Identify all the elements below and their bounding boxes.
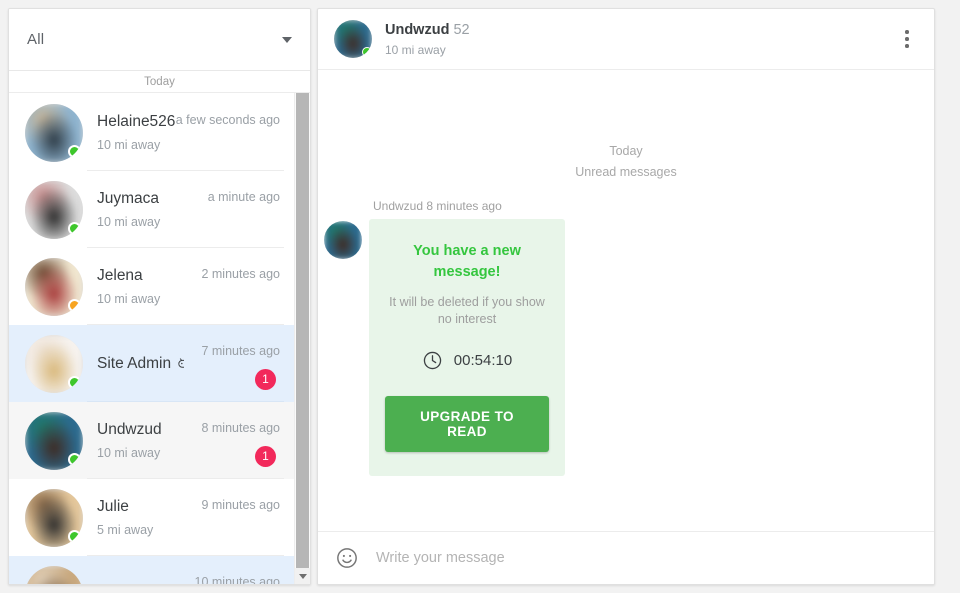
- chat-contact-distance: 10 mi away: [385, 42, 446, 57]
- avatar[interactable]: [25, 180, 83, 239]
- avatar-photo-overlay: [25, 565, 83, 584]
- scroll-down-button[interactable]: [295, 568, 310, 584]
- conversation-name-text: Julie: [97, 498, 129, 515]
- chat-header-text: Undwzud 52 10 mi away: [372, 22, 470, 57]
- conversation-meta: 8 minutes ago 1: [184, 413, 280, 469]
- conversation-name: Helaine526: [97, 113, 184, 131]
- chat-date-label: Today: [609, 144, 643, 158]
- conversation-item-undwzud[interactable]: Undwzud 10 mi away 8 minutes ago 1: [9, 402, 294, 479]
- conversation-list: Helaine526 10 mi away a few seconds ago Juy…: [9, 94, 310, 584]
- robot-badge-icon: [176, 356, 184, 371]
- conversation-meta: 2 minutes ago: [184, 259, 280, 315]
- conversation-item-jelena[interactable]: Jelena 10 mi away 2 minutes ago: [9, 248, 294, 325]
- conversation-name-text: Jelena: [97, 267, 143, 284]
- conversation-text: Julie 5 mi away: [83, 498, 184, 537]
- bubble-subtitle: It will be deleted if you show no intere…: [389, 295, 545, 326]
- conversation-name-text: Site Admin: [97, 354, 172, 372]
- chat-header: Undwzud 52 10 mi away: [318, 9, 934, 70]
- conversation-text: Jelena 10 mi away: [83, 267, 184, 306]
- message-row: Undwzud 8 minutes ago You have a new mes…: [318, 199, 934, 476]
- filter-dropdown[interactable]: All: [9, 9, 310, 71]
- kebab-menu-icon[interactable]: [894, 22, 920, 56]
- avatar-photo-overlay: [324, 221, 362, 259]
- conversation-timestamp: a few seconds ago: [175, 112, 280, 127]
- conversation-item-juymaca[interactable]: Juymaca 10 mi away a minute ago: [9, 171, 294, 248]
- conversation-text: Helaine526 10 mi away: [83, 113, 184, 152]
- unread-messages-label: Unread messages: [575, 165, 677, 179]
- conversation-name: Julie: [97, 498, 184, 516]
- avatar[interactable]: [25, 565, 83, 584]
- filter-selected-value: All: [27, 31, 45, 48]
- avatar[interactable]: [334, 20, 372, 58]
- chevron-down-icon: [282, 36, 292, 43]
- unread-badge: 1: [255, 445, 276, 467]
- conversation-meta: 9 minutes ago: [184, 490, 280, 546]
- avatar[interactable]: [25, 334, 83, 393]
- countdown-timer: 00:54:10: [385, 350, 549, 371]
- conversation-name-text: Helaine526: [97, 113, 176, 130]
- conversation-distance: 10 mi away: [97, 446, 161, 460]
- chat-contact-name: Undwzud 52: [385, 22, 470, 38]
- conversation-name: Undwzud: [97, 421, 184, 439]
- online-status-dot: [362, 47, 372, 57]
- bubble-title: You have a new message!: [413, 243, 521, 281]
- conversation-text: Juymaca 10 mi away: [83, 190, 184, 229]
- countdown-value: 00:54:10: [453, 351, 513, 369]
- avatar[interactable]: [25, 257, 83, 316]
- message-meta: Undwzud 8 minutes ago: [373, 199, 502, 213]
- conversation-timestamp: 7 minutes ago: [201, 343, 280, 358]
- avatar[interactable]: [25, 411, 83, 470]
- conversations-sidebar: All Today Helaine526 10 mi away a few seco…: [8, 8, 311, 585]
- conversation-name: Site Admin: [97, 355, 184, 373]
- contact-name-text: Undwzud: [385, 21, 450, 38]
- avatar[interactable]: [324, 221, 362, 259]
- clock-icon: [423, 351, 442, 369]
- conversation-distance: 10 mi away: [97, 138, 161, 152]
- locked-message-bubble: You have a new message! It will be delet…: [369, 219, 565, 476]
- conversation-distance: 10 mi away: [97, 292, 161, 306]
- away-status-dot: [68, 298, 81, 312]
- avatar[interactable]: [25, 488, 83, 547]
- conversation-item-julie[interactable]: Julie 5 mi away 9 minutes ago: [9, 479, 294, 556]
- conversation-distance: 10 mi away: [97, 215, 161, 229]
- conversation-timestamp: 2 minutes ago: [201, 266, 280, 281]
- unread-badge: 1: [255, 368, 276, 390]
- contact-age-text: 52: [453, 21, 470, 38]
- conversation-distance: 5 mi away: [97, 523, 154, 537]
- conversation-timestamp: 10 minutes ago: [194, 574, 280, 585]
- scrollbar-thumb[interactable]: [296, 90, 309, 574]
- conversation-text: Site Admin: [83, 355, 184, 373]
- online-status-dot: [68, 452, 81, 466]
- message-composer: [318, 531, 934, 584]
- smiley-icon[interactable]: [336, 547, 358, 569]
- message-area: Today Unread messages Undwzud 8 minutes …: [318, 70, 934, 531]
- online-status-dot: [68, 221, 81, 235]
- messenger-app: All Today Helaine526 10 mi away a few seco…: [0, 0, 960, 593]
- message-input[interactable]: [374, 549, 916, 567]
- online-status-dot: [68, 529, 81, 543]
- conversation-timestamp: a minute ago: [207, 189, 280, 204]
- conversation-name: Jelena: [97, 267, 184, 285]
- avatar[interactable]: [25, 103, 83, 162]
- conversation-meta: a few seconds ago: [176, 105, 280, 161]
- conversation-item-helaine526[interactable]: Helaine526 10 mi away a few seconds ago: [9, 94, 294, 171]
- conversation-item-site-admin[interactable]: Site Admin 7 minutes ago 1: [9, 325, 294, 402]
- conversation-timestamp: 8 minutes ago: [201, 420, 280, 435]
- conversation-meta: a minute ago: [184, 182, 280, 238]
- list-scrollbar[interactable]: [294, 72, 310, 584]
- conversation-timestamp: 9 minutes ago: [201, 497, 280, 512]
- triangle-down-icon: [298, 573, 307, 579]
- conversation-item-tara[interactable]: Tara10 minutes ago: [9, 556, 294, 584]
- upgrade-to-read-button[interactable]: UPGRADE TO READ: [385, 395, 549, 452]
- conversation-name-text: Juymaca: [97, 190, 160, 207]
- conversation-text: Undwzud 10 mi away: [83, 421, 184, 460]
- conversation-name-text: Undwzud: [97, 421, 162, 438]
- conversation-meta: 7 minutes ago 1: [184, 336, 280, 392]
- online-status-dot: [68, 144, 81, 158]
- online-status-dot: [68, 375, 81, 389]
- conversation-meta: 10 minutes ago: [184, 567, 280, 585]
- conversation-name: Juymaca: [97, 190, 184, 208]
- chat-panel: Undwzud 52 10 mi away Today Unread messa…: [317, 8, 935, 585]
- date-divider: Today: [9, 71, 310, 93]
